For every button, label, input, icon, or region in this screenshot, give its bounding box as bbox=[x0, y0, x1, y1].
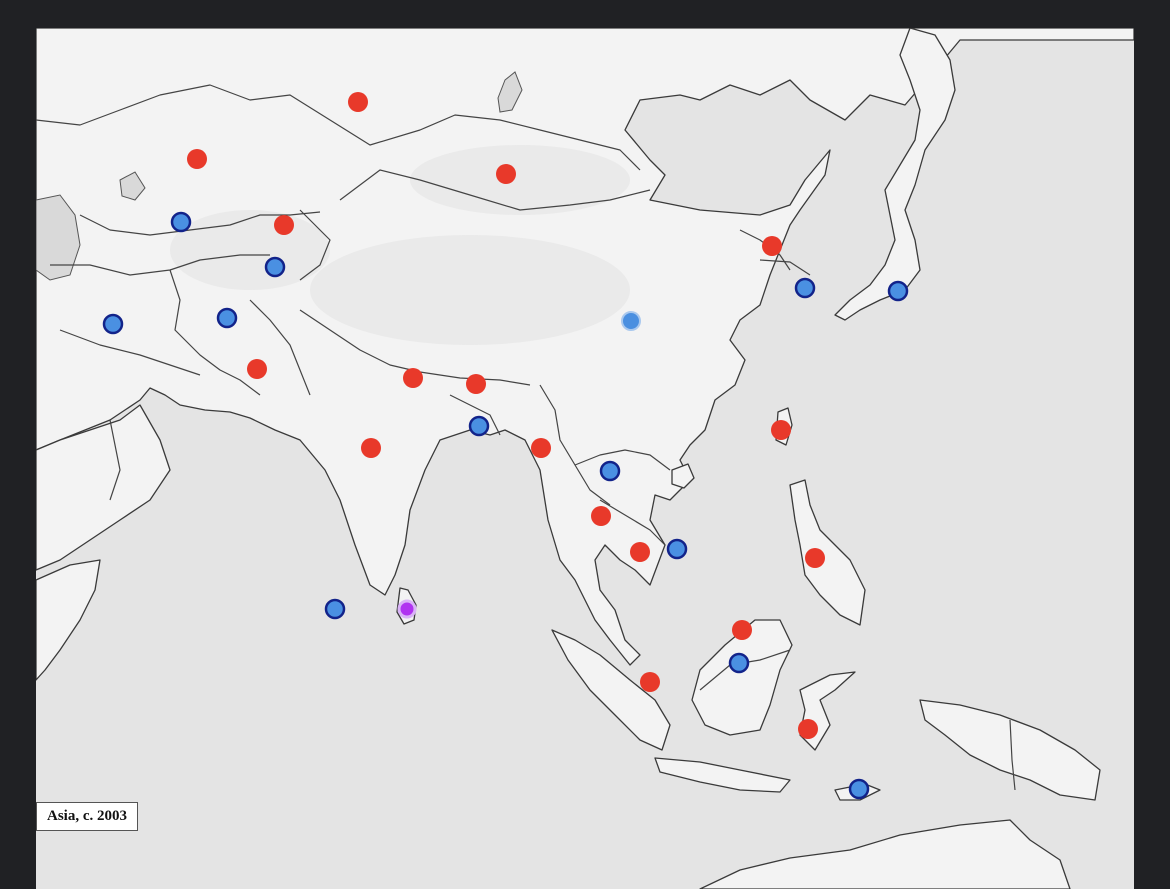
marker-red-18[interactable] bbox=[531, 438, 551, 458]
marker-red-22[interactable] bbox=[630, 542, 650, 562]
marker-blue-31[interactable] bbox=[848, 778, 870, 800]
marker-red-21[interactable] bbox=[591, 506, 611, 526]
marker-blue-16[interactable] bbox=[468, 415, 490, 437]
marker-red-13[interactable] bbox=[247, 359, 267, 379]
markers-layer bbox=[102, 92, 909, 800]
map-caption: Asia, c. 2003 bbox=[36, 802, 138, 831]
marker-blue-20[interactable] bbox=[599, 460, 621, 482]
marker-blue-23[interactable] bbox=[666, 538, 688, 560]
marker-blue-11[interactable] bbox=[216, 307, 238, 329]
marker-blue-28[interactable] bbox=[728, 652, 750, 674]
marker-red-19[interactable] bbox=[771, 420, 791, 440]
marker-red-30[interactable] bbox=[798, 719, 818, 739]
marker-purple-26[interactable] bbox=[397, 599, 417, 619]
marker-red-17[interactable] bbox=[361, 438, 381, 458]
marker-red-1[interactable] bbox=[348, 92, 368, 112]
marker-red-3[interactable] bbox=[496, 164, 516, 184]
marker-red-14[interactable] bbox=[403, 368, 423, 388]
map-frame bbox=[36, 28, 1134, 889]
marker-red-15[interactable] bbox=[466, 374, 486, 394]
marker-red-7[interactable] bbox=[762, 236, 782, 256]
marker-blue-9[interactable] bbox=[887, 280, 909, 302]
marker-light-blue-12[interactable] bbox=[621, 311, 641, 331]
marker-blue-10[interactable] bbox=[102, 313, 124, 335]
marker-blue-25[interactable] bbox=[324, 598, 346, 620]
marker-red-29[interactable] bbox=[640, 672, 660, 692]
marker-red-2[interactable] bbox=[187, 149, 207, 169]
marker-red-24[interactable] bbox=[805, 548, 825, 568]
marker-red-5[interactable] bbox=[274, 215, 294, 235]
marker-blue-6[interactable] bbox=[264, 256, 286, 278]
marker-blue-8[interactable] bbox=[794, 277, 816, 299]
marker-blue-4[interactable] bbox=[170, 211, 192, 233]
marker-red-27[interactable] bbox=[732, 620, 752, 640]
